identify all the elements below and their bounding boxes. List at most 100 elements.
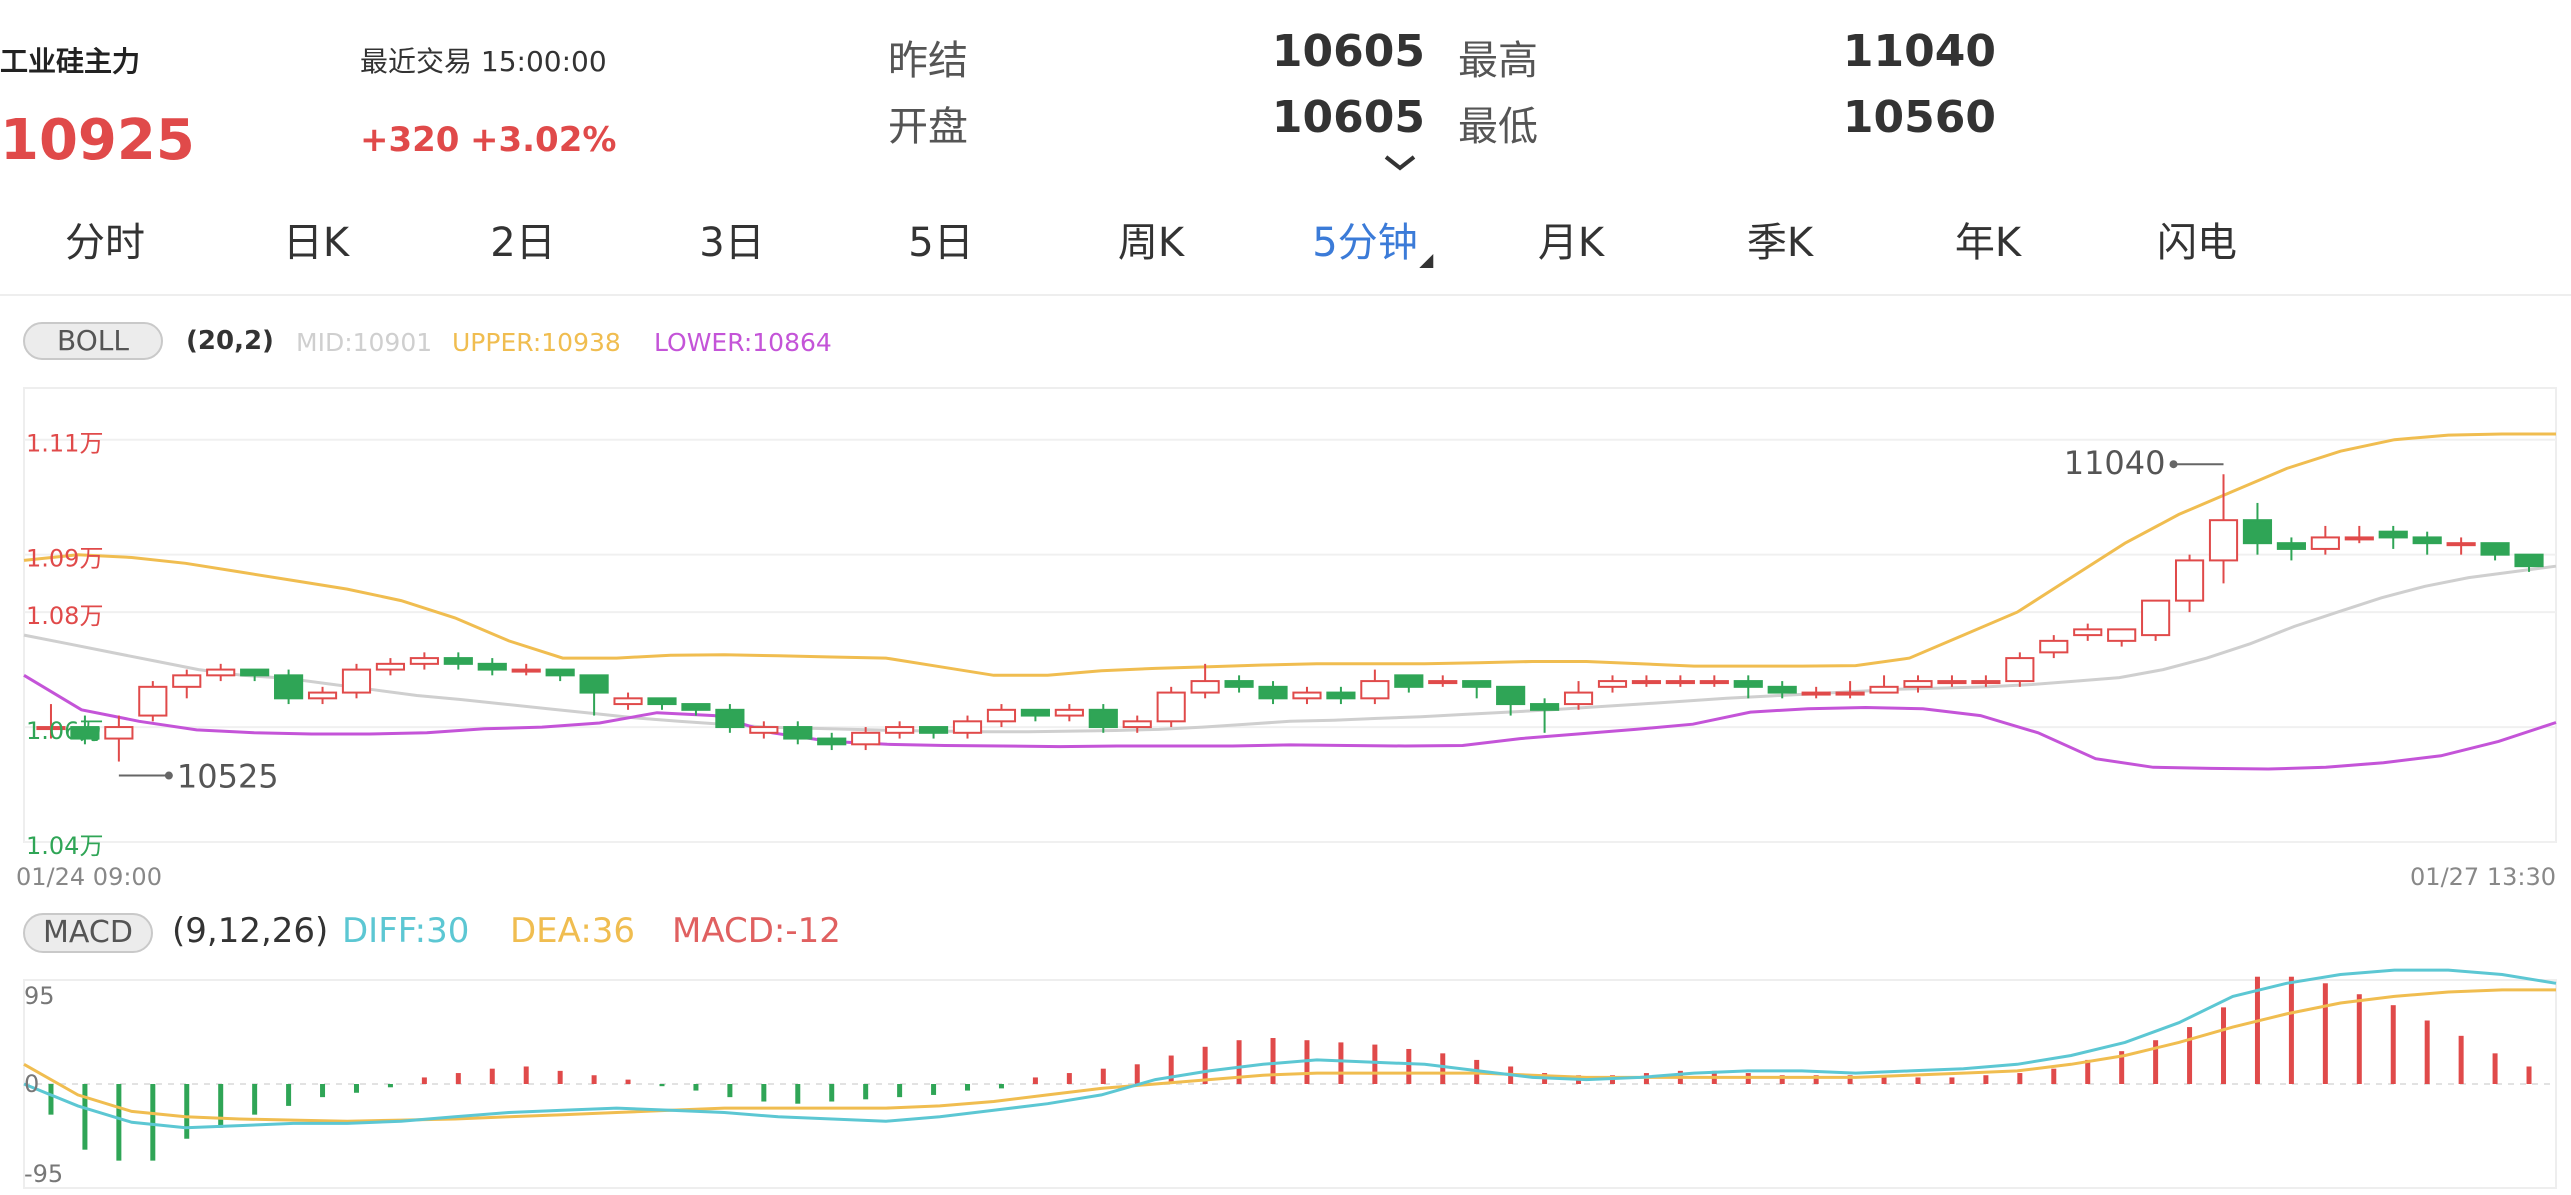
candle-up — [1190, 680, 1220, 694]
candle-down — [274, 674, 304, 700]
candle-up — [2446, 542, 2476, 547]
price-labels: 1.11万 1.09万 1.08万 1.06万 1.04万 01/24 09:00 01/2… — [16, 430, 2556, 891]
macd-bar-negative — [252, 1084, 258, 1115]
candle-down — [817, 737, 847, 746]
macd-bar-positive — [1066, 1073, 1072, 1084]
candle-up — [1292, 691, 1322, 700]
macd-bar-positive — [1100, 1068, 1106, 1084]
candle-down — [2276, 542, 2306, 550]
macd-bar-negative — [48, 1084, 54, 1115]
price-frame-border — [23, 387, 2557, 843]
macd-lines — [23, 968, 2557, 1130]
candle-up — [1835, 691, 1865, 696]
candle-down — [2378, 530, 2408, 539]
macd-bar-positive — [2051, 1068, 2057, 1084]
macd-bar-positive — [2221, 1007, 2227, 1084]
y-tick-label: 1.06万 — [26, 717, 103, 745]
macd-bar-positive — [2356, 994, 2362, 1084]
macd-bar-positive — [2085, 1059, 2091, 1084]
macd-y-label: -95 — [24, 1160, 63, 1188]
macd-bar-positive — [557, 1070, 563, 1084]
diff-line — [23, 968, 2557, 1130]
candle-up — [2107, 628, 2137, 642]
candle-up — [986, 708, 1017, 723]
macd-y-label: 0 — [24, 1070, 39, 1098]
macd-bar-negative — [727, 1084, 733, 1098]
macd-bar-negative — [965, 1084, 971, 1091]
candle-down — [1224, 680, 1254, 688]
macd-bar-positive — [2187, 1027, 2193, 1084]
candle-down — [2242, 519, 2273, 545]
macd-bar-positive — [1134, 1064, 1140, 1084]
candle-up — [2174, 559, 2205, 602]
macd-bar-negative — [184, 1084, 190, 1139]
price-chart-frame — [23, 387, 2557, 843]
candle-up — [1156, 691, 1186, 723]
candle-up — [2141, 599, 2171, 637]
candle-up — [749, 726, 779, 734]
macd-bar-positive — [1983, 1075, 1989, 1084]
candle-down — [783, 726, 813, 740]
candle-up — [2005, 657, 2035, 683]
x-end-label: 01/27 13:30 — [2410, 863, 2556, 891]
chart-canvas: 1.11万 1.09万 1.08万 1.06万 1.04万 01/24 09:00 01/2… — [16, 387, 2557, 1189]
candle-up — [409, 657, 439, 665]
candle-up — [2039, 639, 2069, 654]
candle-up — [1054, 708, 1084, 717]
macd-bar-negative — [659, 1084, 665, 1087]
macd-bar-negative — [693, 1084, 699, 1091]
macd-bar-positive — [2458, 1035, 2464, 1084]
macd-y-label: 95 — [24, 982, 55, 1010]
macd-bar-positive — [2322, 983, 2328, 1084]
min-leader-dot — [164, 771, 173, 780]
macd-bar-negative — [795, 1084, 801, 1104]
candle-down — [1326, 691, 1356, 700]
macd-bar-positive — [1372, 1044, 1378, 1084]
macd-bar-negative — [387, 1084, 393, 1088]
macd-chart-frame — [23, 979, 2557, 1189]
candle-up — [1563, 691, 1594, 706]
candle-down — [1020, 708, 1050, 717]
max-leader-dot — [2169, 460, 2178, 469]
candle-up — [1937, 680, 1967, 685]
candle-up — [307, 691, 338, 700]
candle-down — [715, 708, 745, 729]
candle-up — [2310, 536, 2340, 550]
candle-up — [2073, 628, 2103, 637]
candle-up — [1665, 680, 1695, 685]
candle-up — [138, 685, 168, 717]
macd-bar-negative — [320, 1084, 326, 1098]
macd-bar-negative — [82, 1084, 88, 1150]
macd-bar-positive — [1406, 1048, 1412, 1084]
macd-bar-negative — [116, 1084, 122, 1161]
candle-down — [545, 668, 575, 677]
candle-up — [1971, 680, 2001, 685]
candle-up — [1122, 720, 1152, 729]
candles — [36, 474, 2544, 762]
candle-up — [206, 668, 236, 677]
candle-down — [1530, 703, 1560, 711]
candle-up — [952, 720, 983, 734]
macd-bar-positive — [1338, 1042, 1344, 1084]
candle-up — [341, 668, 372, 694]
macd-bar-positive — [591, 1075, 597, 1084]
dea-line — [23, 988, 2556, 1123]
candle-up — [1597, 680, 1628, 688]
price-grid — [24, 438, 2556, 843]
candle-up — [2208, 519, 2239, 562]
candle-up — [885, 726, 915, 734]
candle-up — [1801, 691, 1831, 696]
candle-down — [647, 697, 677, 706]
macd-labels: 95 0 -95 — [24, 982, 63, 1188]
macd-bar-positive — [1949, 1077, 1955, 1084]
macd-bar-negative — [286, 1084, 292, 1106]
macd-bar-negative — [931, 1084, 937, 1095]
min-label: 10525 — [177, 758, 279, 796]
candle-down — [1258, 685, 1288, 700]
macd-bar-positive — [2424, 1020, 2430, 1084]
candle-down — [579, 674, 609, 694]
candle-down — [2480, 542, 2510, 556]
candle-up — [375, 662, 406, 671]
candle-down — [918, 726, 949, 734]
macd-bar-positive — [2526, 1066, 2532, 1084]
